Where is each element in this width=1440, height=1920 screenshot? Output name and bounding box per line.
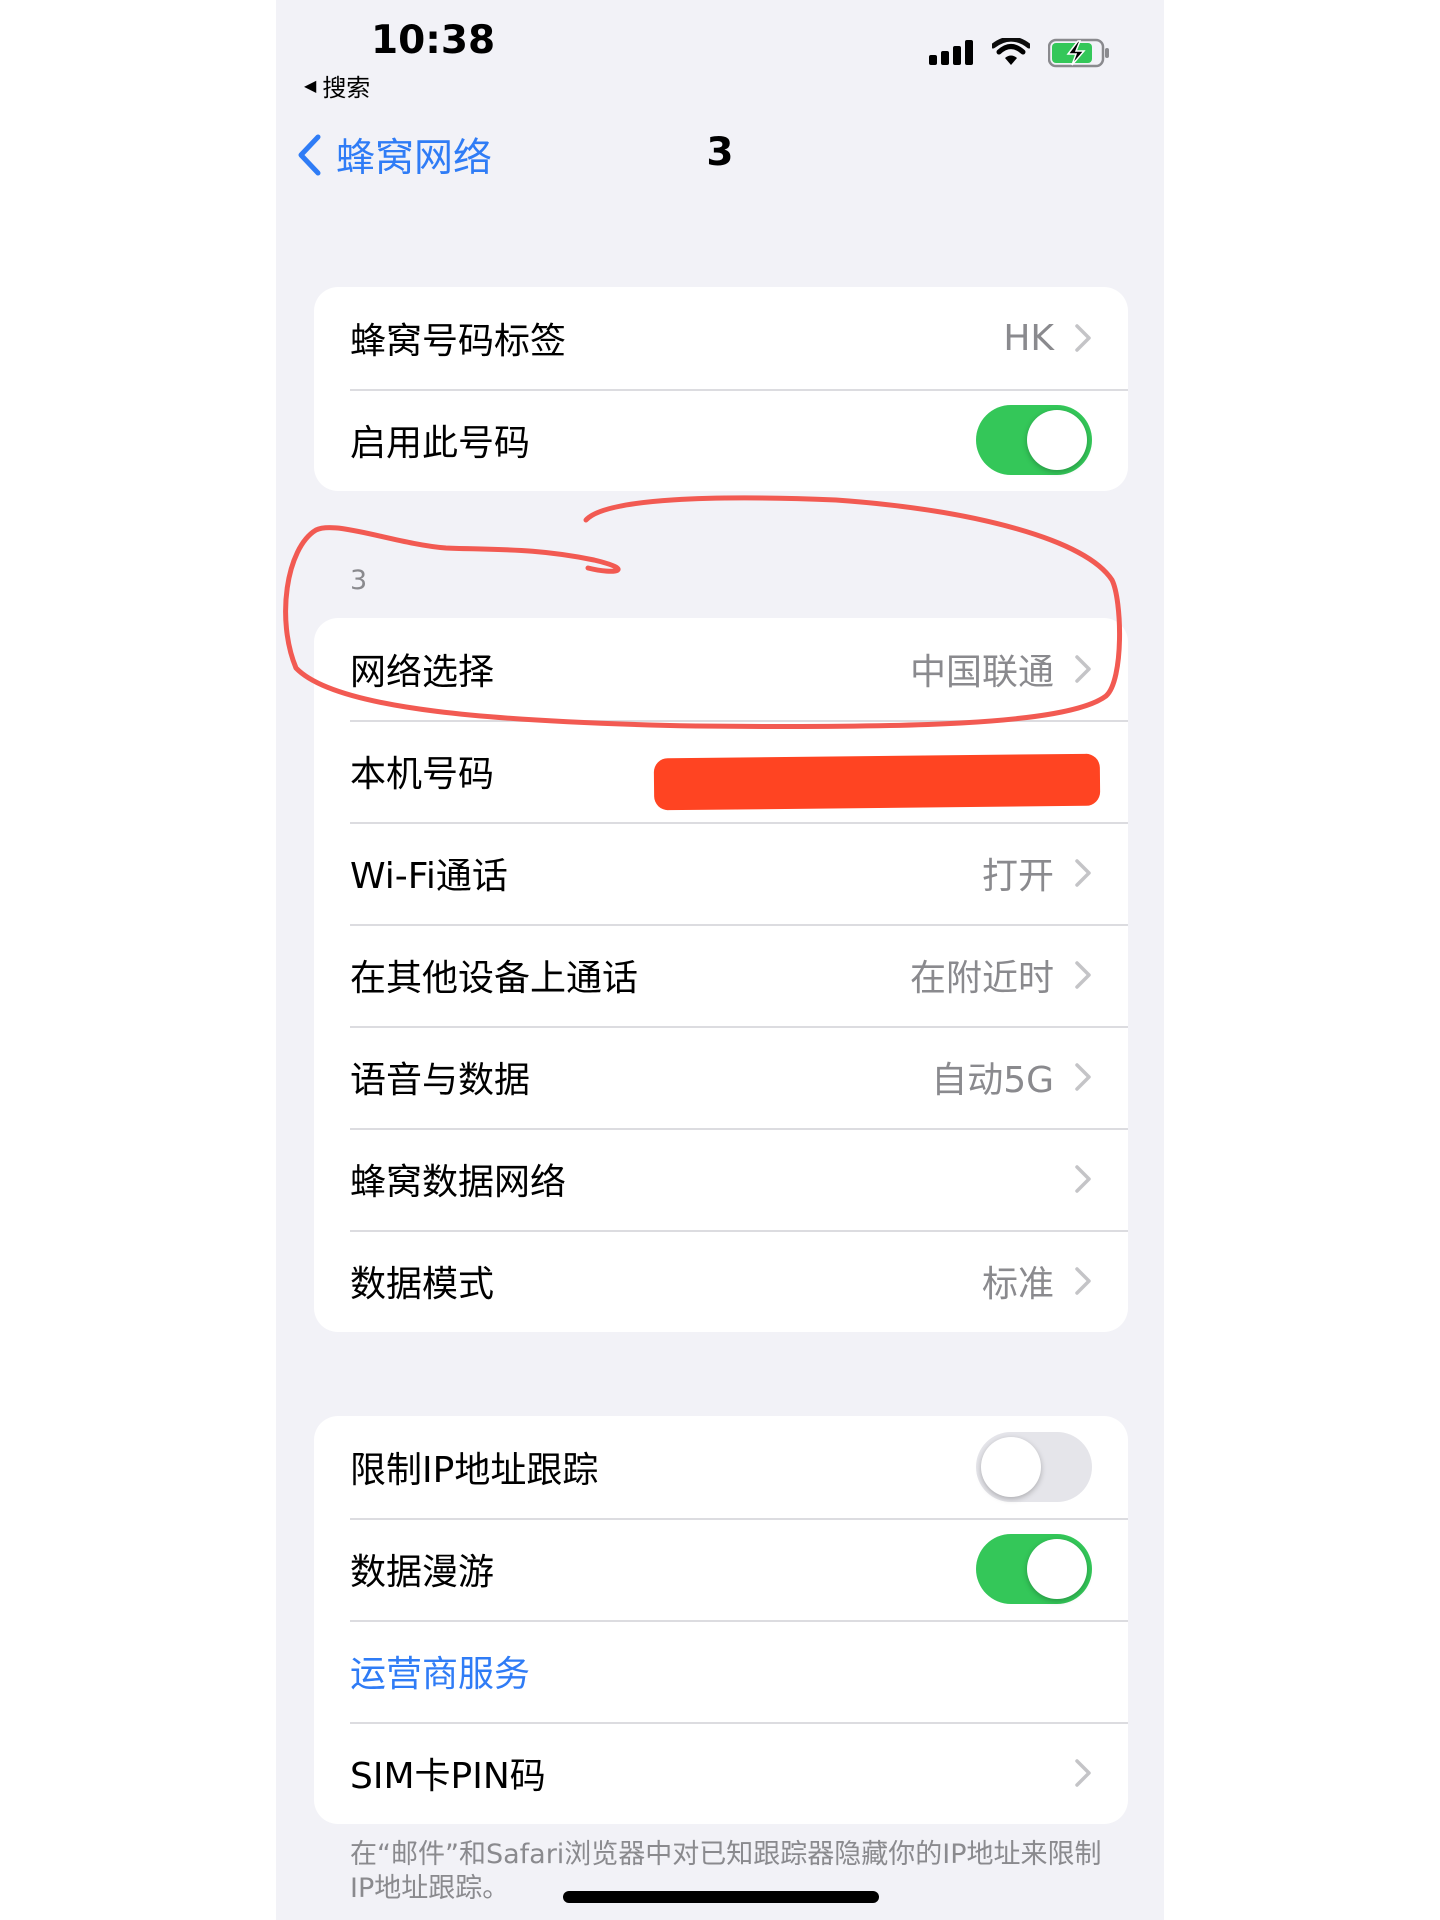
row-label: 网络选择 [350,652,495,693]
row-label: 启用此号码 [350,423,531,464]
row-cellular-data-network[interactable]: 蜂窝数据网络 [314,1128,1128,1230]
limit-ip-tracking-toggle[interactable] [976,1432,1092,1502]
row-label: 蜂窝数据网络 [350,1162,567,1203]
carrier-services-link: 运营商服务 [350,1654,531,1695]
row-label: 在其他设备上通话 [350,958,639,999]
chevron-right-icon [1075,961,1091,989]
settings-group-1: 蜂窝号码标签 HK 启用此号码 [314,287,1128,491]
home-indicator[interactable] [563,1891,879,1903]
row-carrier-services[interactable]: 运营商服务 [314,1620,1128,1722]
chevron-right-icon [1075,1063,1091,1091]
toggle-knob [1027,1539,1087,1599]
settings-group-3: 限制IP地址跟踪 数据漫游 运营商服务 SIM卡PIN码 [314,1416,1128,1824]
row-value: 打开 [981,856,1054,897]
row-calls-other-devices[interactable]: 在其他设备上通话 在附近时 [314,924,1128,1026]
row-label: 限制IP地址跟踪 [350,1450,599,1491]
section-header: 3 [350,565,368,596]
row-cellular-label[interactable]: 蜂窝号码标签 HK [314,287,1128,389]
row-value: 自动5G [931,1060,1054,1101]
settings-group-2: 网络选择 中国联通 本机号码 Wi‑Fi通话 打开 在其他设备上通话 在附近时 … [314,618,1128,1332]
redaction-scribble [653,753,1101,811]
status-time: 10:38 [371,18,496,63]
row-sim-pin[interactable]: SIM卡PIN码 [314,1722,1128,1824]
enable-number-toggle[interactable] [976,405,1092,475]
back-to-app-button[interactable]: ◀ 搜索 [304,68,370,103]
status-icons [928,38,1110,68]
back-app-label: 搜索 [322,74,371,102]
chevron-right-icon [1075,655,1091,683]
battery-charging-icon [1048,38,1109,68]
chevron-right-icon [1075,1759,1091,1787]
row-enable-number: 启用此号码 [314,389,1128,491]
row-value: HK [1003,317,1054,359]
row-data-mode[interactable]: 数据模式 标准 [314,1230,1128,1332]
chevron-right-icon [1075,324,1091,352]
back-triangle-icon: ◀ [304,76,317,95]
row-limit-ip-tracking: 限制IP地址跟踪 [314,1416,1128,1518]
toggle-knob [1027,410,1087,470]
data-roaming-toggle[interactable] [976,1534,1092,1604]
wifi-icon [992,38,1030,65]
row-data-roaming: 数据漫游 [314,1518,1128,1620]
cellular-signal-icon [929,40,973,65]
row-label: 数据漫游 [350,1552,495,1593]
row-label: 数据模式 [350,1264,495,1305]
chevron-right-icon [1075,1267,1091,1295]
row-label: 语音与数据 [350,1060,531,1101]
row-value: 在附近时 [909,958,1054,999]
page-title: 3 [706,130,734,175]
row-value: 标准 [981,1264,1054,1305]
row-label: Wi‑Fi通话 [350,856,508,897]
toggle-knob [981,1437,1041,1497]
row-wifi-calling[interactable]: Wi‑Fi通话 打开 [314,822,1128,924]
row-network-selection[interactable]: 网络选择 中国联通 [314,618,1128,720]
row-value: 中国联通 [909,652,1054,693]
row-label: SIM卡PIN码 [350,1756,546,1797]
phone-screen: 10:38 ◀ 搜索 蜂窝网络 3 蜂窝号码标签 HK 启用此号码 3 网络选择… [276,0,1164,1920]
row-label: 蜂窝号码标签 [350,321,567,362]
chevron-right-icon [1075,859,1091,887]
row-voice-data[interactable]: 语音与数据 自动5G [314,1026,1128,1128]
chevron-right-icon [1075,1165,1091,1193]
